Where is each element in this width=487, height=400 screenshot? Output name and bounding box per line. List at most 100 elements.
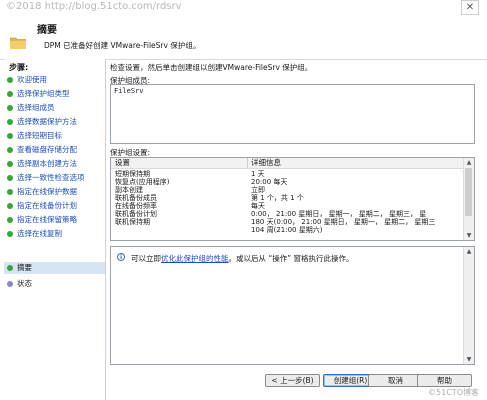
step-label: 指定在线保留策略	[17, 215, 77, 224]
step-complete-icon	[7, 91, 13, 97]
setting-value: 1 天	[251, 170, 265, 178]
table-row: 副本创建 立即	[111, 186, 464, 194]
steps-pane: 步骤: 欢迎使用 选择保护组类型 选择组成员 选择数据保护方法 选择短期目标 查…	[4, 59, 106, 400]
instruction-text: 检查设置，然后单击创建组以创建VMware-FileSrv 保护组。	[110, 63, 313, 72]
step-current-icon	[7, 265, 13, 271]
settings-table[interactable]: 设置 详细信息 短期保持期 1 天 恢复点(应用程序) 20:00 每天 副本创…	[110, 157, 475, 241]
setting-name: 联机备份计划	[115, 210, 157, 218]
step-label: 状态	[17, 279, 32, 288]
setting-name: 短期保持期	[115, 170, 150, 178]
window-close-button[interactable]: ✕	[461, 0, 479, 15]
setting-name: 恢复点(应用程序)	[115, 178, 170, 186]
step-online-replication[interactable]: 选择在线复制	[4, 228, 105, 240]
step-label: 选择组成员	[17, 103, 55, 112]
wizard-header: 摘要 DPM 已准备好创建 VMware-FileSrv 保护组。	[0, 16, 487, 60]
scroll-down-icon[interactable]: ▼	[464, 355, 474, 364]
step-complete-icon	[7, 217, 13, 223]
step-label: 指定在线保护数据	[17, 187, 77, 196]
step-label: 选择保护组类型	[17, 89, 70, 98]
list-item: FileSrv	[114, 87, 144, 95]
page-description: DPM 已准备好创建 VMware-FileSrv 保护组。	[44, 41, 201, 50]
optimize-performance-link[interactable]: 优化此保护组的性能	[161, 254, 229, 263]
table-row: 联机保持期 180 天(0:00， 21:00 星期日， 星期一， 星期二， 星…	[111, 218, 464, 226]
info-prefix: 可以立即	[131, 254, 161, 263]
step-consistency-check[interactable]: 选择一致性检查选项	[4, 172, 105, 184]
setting-value: 0:00， 21:00 星期日， 星期一， 星期二， 星期三， 星	[251, 210, 427, 218]
step-status[interactable]: 状态	[4, 278, 105, 290]
column-header-details: 详细信息	[251, 158, 281, 167]
info-text: 可以立即优化此保护组的性能。或以后从 “操作” 窗格执行此操作。	[131, 253, 354, 264]
info-panel: i 可以立即优化此保护组的性能。或以后从 “操作” 窗格执行此操作。 ▲ ▼	[110, 246, 475, 365]
step-complete-icon	[7, 147, 13, 153]
step-pending-icon	[7, 281, 13, 287]
scroll-up-icon[interactable]: ▲	[464, 247, 474, 256]
step-label: 欢迎使用	[17, 75, 47, 84]
step-online-backup-schedule[interactable]: 指定在线备份计划	[4, 200, 105, 212]
step-summary[interactable]: 摘要	[4, 262, 105, 274]
setting-value: 180 天(0:00， 21:00 星期日， 星期一， 星期二， 星期三	[251, 218, 436, 226]
folder-icon	[10, 37, 26, 49]
settings-scrollbar[interactable]: ▲ ▼	[463, 158, 474, 240]
step-short-term-goals[interactable]: 选择短期目标	[4, 130, 105, 142]
members-list[interactable]: FileSrv	[110, 84, 475, 144]
setting-value: 立即	[251, 186, 265, 194]
step-label: 选择副本创建方法	[17, 159, 77, 168]
step-label: 选择短期目标	[17, 131, 62, 140]
step-label: 摘要	[17, 263, 32, 272]
step-complete-icon	[7, 105, 13, 111]
back-button[interactable]: < 上一步(B)	[265, 374, 320, 387]
setting-value: 104 周(21:00 星期六)	[251, 226, 323, 234]
setting-value: 每天	[251, 202, 265, 210]
scroll-thumb[interactable]	[465, 168, 472, 216]
step-protection-method[interactable]: 选择数据保护方法	[4, 116, 105, 128]
step-replica-creation[interactable]: 选择副本创建方法	[4, 158, 105, 170]
step-complete-icon	[7, 231, 13, 237]
table-row: 联机备份成员 第 1 个，共 1 个	[111, 194, 464, 202]
window-titlebar: ©2018 http://blog.51cto.com/rdsrv ✕	[0, 0, 487, 16]
step-label: 查看磁盘存储分配	[17, 145, 77, 154]
table-row: 104 周(21:00 星期六)	[111, 226, 464, 234]
setting-name: 在线备份频率	[115, 202, 157, 210]
step-complete-icon	[7, 189, 13, 195]
step-complete-icon	[7, 119, 13, 125]
table-row: 短期保持期 1 天	[111, 170, 464, 178]
table-row: 恢复点(应用程序) 20:00 每天	[111, 178, 464, 186]
step-online-protection-data[interactable]: 指定在线保护数据	[4, 186, 105, 198]
setting-name: 联机备份成员	[115, 194, 157, 202]
watermark-url: ©2018 http://blog.51cto.com/rdsrv	[6, 1, 182, 12]
step-label: 选择数据保护方法	[17, 117, 77, 126]
step-online-retention-policy[interactable]: 指定在线保留策略	[4, 214, 105, 226]
info-icon: i	[117, 253, 125, 261]
main-content: 检查设置，然后单击创建组以创建VMware-FileSrv 保护组。 保护组成员…	[107, 59, 483, 400]
help-button[interactable]: 帮助	[417, 374, 472, 387]
info-suffix: 。或以后从 “操作” 窗格执行此操作。	[228, 254, 354, 263]
step-complete-icon	[7, 133, 13, 139]
step-complete-icon	[7, 161, 13, 167]
info-scrollbar[interactable]: ▲ ▼	[463, 247, 474, 364]
setting-name: 副本创建	[115, 186, 143, 194]
step-complete-icon	[7, 175, 13, 181]
page-title: 摘要	[37, 25, 57, 36]
step-label: 选择在线复制	[17, 229, 62, 238]
step-complete-icon	[7, 77, 13, 83]
table-header: 设置 详细信息	[111, 158, 464, 169]
setting-name: 联机保持期	[115, 218, 150, 226]
column-header-setting: 设置	[115, 158, 130, 167]
watermark-logo: ©51CTO博客	[428, 388, 479, 397]
scroll-up-icon[interactable]: ▲	[464, 158, 474, 167]
step-welcome[interactable]: 欢迎使用	[4, 74, 105, 86]
table-row: 在线备份频率 每天	[111, 202, 464, 210]
setting-value: 第 1 个，共 1 个	[251, 194, 304, 202]
table-row: 联机备份计划 0:00， 21:00 星期日， 星期一， 星期二， 星期三， 星	[111, 210, 464, 218]
step-select-group-type[interactable]: 选择保护组类型	[4, 88, 105, 100]
step-label: 选择一致性检查选项	[17, 173, 85, 182]
column-separator	[247, 158, 248, 168]
steps-title: 步骤:	[9, 63, 29, 72]
cancel-button[interactable]: 取消	[368, 374, 423, 387]
step-complete-icon	[7, 203, 13, 209]
step-select-members[interactable]: 选择组成员	[4, 102, 105, 114]
step-label: 指定在线备份计划	[17, 201, 77, 210]
scroll-down-icon[interactable]: ▼	[464, 231, 474, 240]
setting-value: 20:00 每天	[251, 178, 288, 186]
step-disk-allocation[interactable]: 查看磁盘存储分配	[4, 144, 105, 156]
